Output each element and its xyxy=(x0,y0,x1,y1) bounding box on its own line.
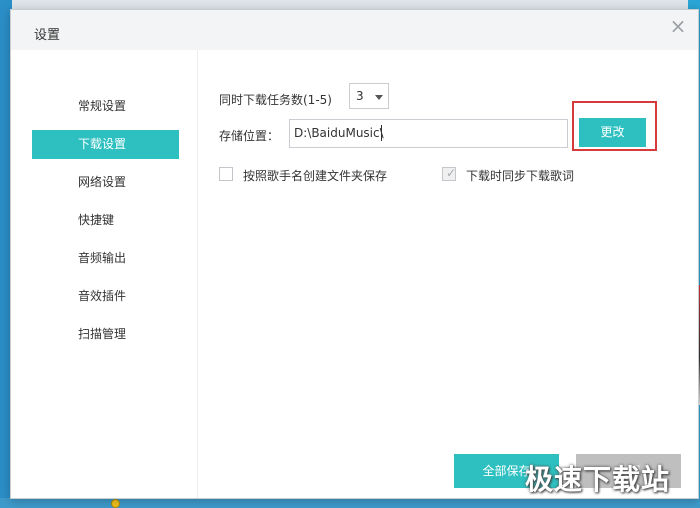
concurrent-downloads-value: 3 xyxy=(356,89,364,103)
check-icon: ✓ xyxy=(446,166,457,180)
sidebar-item-general[interactable]: 常规设置 xyxy=(32,92,179,121)
sync-lyrics-label: 下载时同步下载歌词 xyxy=(466,169,575,183)
settings-sidebar: 常规设置 下载设置 网络设置 快捷键 音频输出 音效插件 扫描管理 xyxy=(11,50,198,498)
sync-lyrics-checkbox[interactable]: ✓ xyxy=(442,166,457,181)
storage-location-label: 存储位置： xyxy=(219,129,280,143)
dialog-title: 设置 xyxy=(34,28,61,43)
sidebar-item-download[interactable]: 下载设置 xyxy=(32,130,179,159)
title-bar: 设置 × xyxy=(11,10,698,50)
storage-path-input[interactable]: D:\BaiduMusic\ xyxy=(289,119,568,148)
close-icon[interactable]: × xyxy=(666,14,690,38)
download-settings-panel: 同时下载任务数(1-5) 3 存储位置： D:\BaiduMusic\ 更改 按… xyxy=(199,50,699,498)
progress-handle[interactable] xyxy=(111,499,120,508)
background-progress-bar xyxy=(0,498,700,508)
concurrent-downloads-label: 同时下载任务数(1-5) xyxy=(219,93,332,107)
text-caret xyxy=(381,125,382,141)
sidebar-item-scan[interactable]: 扫描管理 xyxy=(32,320,179,349)
chevron-down-icon xyxy=(375,95,383,100)
concurrent-downloads-select[interactable]: 3 xyxy=(349,83,389,109)
folder-by-singer-checkbox[interactable] xyxy=(219,167,233,181)
site-watermark: 极速下载站 xyxy=(525,463,671,496)
sidebar-item-network[interactable]: 网络设置 xyxy=(32,168,179,197)
sidebar-item-audio-output[interactable]: 音频输出 xyxy=(32,244,179,273)
sidebar-item-sound-plugins[interactable]: 音效插件 xyxy=(32,282,179,311)
change-location-button[interactable]: 更改 xyxy=(579,118,646,147)
sidebar-item-shortcuts[interactable]: 快捷键 xyxy=(32,206,179,235)
folder-by-singer-label: 按照歌手名创建文件夹保存 xyxy=(243,169,388,183)
settings-dialog: 设置 × 常规设置 下载设置 网络设置 快捷键 音频输出 音效插件 扫描管理 同… xyxy=(10,9,699,499)
